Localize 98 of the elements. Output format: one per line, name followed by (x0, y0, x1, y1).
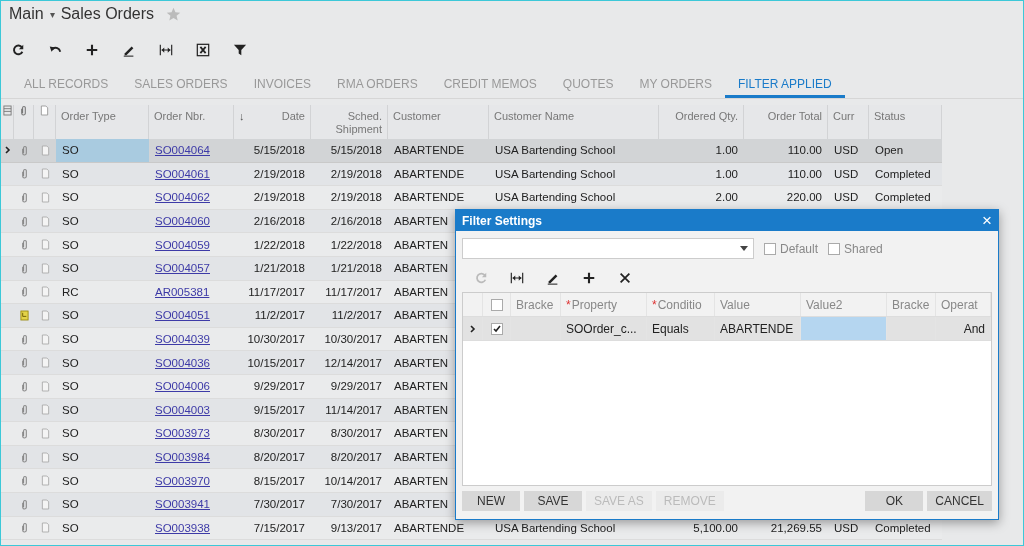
shipment-date-cell: 8/20/2017 (330, 451, 382, 463)
shipment-date-cell: 1/21/2018 (330, 262, 382, 275)
customer-cell: ABARTEN (394, 309, 449, 322)
order-type-cell: SO (62, 167, 79, 180)
date-cell: 2/16/2018 (253, 215, 305, 228)
customer-cell: ABARTEN (394, 215, 449, 228)
order-type-cell: SO (62, 356, 79, 369)
order-type-cell: SO (62, 333, 79, 346)
currency-cell: USD (834, 191, 859, 204)
shipment-date-cell: 11/2/2017 (331, 309, 382, 322)
total-cell: 110.00 (787, 167, 822, 180)
customer-cell: ABARTEN (394, 262, 449, 275)
date-cell: 2/19/2018 (253, 191, 305, 204)
order-type-cell: SO (62, 451, 79, 463)
total-cell: 220.00 (786, 191, 822, 204)
customer-name-cell: USA Bartending School (495, 191, 616, 204)
shipment-date-cell: 10/14/2017 (324, 474, 382, 487)
quantity-cell: 2.00 (715, 191, 738, 204)
customer-name-cell: USA Bartending School (495, 167, 616, 180)
quantity-cell: 1.00 (715, 167, 738, 180)
date-cell: 8/30/2017 (253, 427, 305, 440)
required-mark: * (652, 297, 657, 312)
status-cell: Completed (875, 167, 931, 180)
order-type-cell: SO (62, 403, 79, 416)
customer-cell: ABARTEN (394, 238, 449, 251)
shipment-date-cell: 9/13/2017 (330, 521, 382, 534)
shipment-date-cell: 12/14/2017 (324, 356, 382, 369)
order-type-cell: SO (62, 427, 79, 440)
currency-cell: USD (834, 167, 859, 180)
checkbox-label: Default (780, 241, 819, 256)
value-cell: ABARTENDE (720, 321, 794, 336)
date-cell: 9/29/2017 (253, 380, 305, 393)
shipment-date-cell: 1/22/2018 (330, 238, 382, 251)
shipment-date-cell: 2/19/2018 (330, 167, 382, 180)
checkbox-label: Shared (844, 241, 883, 256)
customer-cell: ABARTEN (394, 474, 449, 487)
customer-cell: ABARTEN (394, 285, 449, 298)
total-cell: 110.00 (787, 144, 822, 157)
shipment-date-cell: 11/17/2017 (325, 285, 382, 298)
customer-cell: ABARTENDE (394, 144, 465, 157)
order-type-cell: SO (62, 474, 79, 487)
date-cell: 8/20/2017 (253, 451, 305, 463)
total-cell: 21,269.55 (770, 521, 822, 534)
customer-cell: ABARTEN (394, 403, 449, 416)
operator-cell: And (963, 321, 985, 336)
shipment-date-cell: 10/30/2017 (324, 333, 382, 346)
property-cell: SOOrder_c... (566, 321, 637, 336)
customer-name-cell: USA Bartending School (495, 521, 616, 534)
order-type-cell: SO (62, 191, 79, 204)
customer-cell: ABARTEN (394, 498, 449, 511)
order-type-cell: SO (62, 498, 79, 511)
date-cell: 7/30/2017 (253, 498, 305, 511)
currency-cell: USD (834, 521, 859, 534)
condition-cell: Equals (652, 321, 689, 336)
date-cell: 11/2/2017 (254, 309, 305, 322)
shipment-date-cell: 5/15/2018 (330, 144, 382, 157)
order-type-cell: RC (62, 285, 79, 298)
shipment-date-cell: 7/30/2017 (330, 498, 382, 511)
order-type-cell: SO (62, 144, 79, 157)
status-cell: Completed (875, 521, 931, 534)
customer-name-cell: USA Bartending School (495, 144, 616, 157)
date-cell: 8/15/2017 (253, 474, 305, 487)
shipment-date-cell: 8/30/2017 (330, 427, 382, 440)
shipment-date-cell: 9/29/2017 (330, 380, 382, 393)
status-cell: Completed (875, 191, 931, 204)
customer-cell: ABARTEN (394, 380, 449, 393)
order-type-cell: SO (62, 309, 79, 322)
date-cell: 11/17/2017 (248, 285, 305, 298)
customer-cell: ABARTENDE (394, 167, 465, 180)
date-cell: 10/30/2017 (247, 333, 305, 346)
date-cell: 1/22/2018 (253, 238, 305, 251)
shipment-date-cell: 11/14/2017 (325, 403, 382, 416)
customer-cell: ABARTEN (394, 356, 449, 369)
customer-cell: ABARTENDE (394, 521, 465, 534)
date-cell: 9/15/2017 (253, 403, 305, 416)
date-cell: 1/21/2018 (253, 262, 305, 275)
currency-cell: USD (834, 144, 859, 157)
order-type-cell: SO (62, 262, 79, 275)
customer-cell: ABARTEN (394, 451, 449, 463)
date-cell: 5/15/2018 (253, 144, 305, 157)
shipment-date-cell: 2/19/2018 (330, 191, 382, 204)
dialog-title: Filter Settings (462, 213, 542, 228)
shipment-date-cell: 2/16/2018 (330, 215, 382, 228)
customer-cell: ABARTEN (394, 427, 449, 440)
order-type-cell: SO (62, 521, 79, 534)
order-type-cell: SO (62, 238, 79, 251)
customer-cell: ABARTENDE (394, 191, 465, 204)
order-type-cell: SO (62, 215, 79, 228)
page-title: Sales Orders (60, 5, 155, 23)
quantity-cell: 5,100.00 (693, 521, 738, 534)
date-cell: 7/15/2017 (253, 521, 305, 534)
order-type-cell: SO (62, 380, 79, 393)
required-mark: * (566, 297, 571, 312)
status-cell: Open (875, 144, 904, 157)
date-cell: 10/15/2017 (247, 356, 305, 369)
customer-cell: ABARTEN (394, 333, 449, 346)
quantity-cell: 1.00 (715, 144, 738, 157)
date-cell: 2/19/2018 (253, 167, 305, 180)
